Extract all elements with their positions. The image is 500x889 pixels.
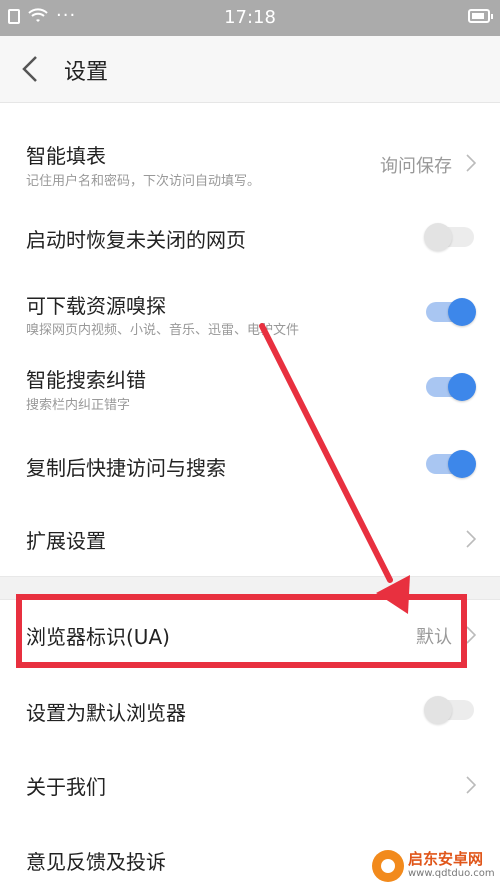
watermark-logo-icon: [372, 850, 404, 882]
setting-title: 启动时恢复未关闭的网页: [26, 228, 246, 252]
setting-title: 设置为默认浏览器: [26, 701, 186, 725]
toggle-knob: [424, 223, 452, 251]
setting-value: 询问保存: [380, 156, 452, 177]
watermark-url: www.qdtduo.com: [408, 868, 495, 879]
toggle-knob: [448, 373, 476, 401]
chevron-right-icon: [466, 154, 476, 172]
watermark: 启东安卓网 www.qdtduo.com: [372, 848, 496, 884]
default-browser-toggle[interactable]: [424, 696, 474, 724]
setting-title: 意见反馈及投诉: [26, 850, 166, 874]
toggle-knob: [448, 450, 476, 478]
toggle-knob: [448, 298, 476, 326]
page-title: 设置: [64, 60, 109, 85]
setting-row-default-browser: 设置为默认浏览器: [0, 686, 500, 736]
setting-row-search-correction: 智能搜索纠错 搜索栏内纠正错字: [0, 362, 500, 418]
chevron-right-icon: [466, 626, 476, 644]
setting-subtitle: 搜索栏内纠正错字: [26, 398, 131, 413]
search-correction-toggle[interactable]: [426, 373, 476, 401]
copy-quick-access-toggle[interactable]: [426, 450, 476, 478]
status-time: 17:18: [224, 7, 276, 28]
restore-tabs-toggle[interactable]: [424, 223, 474, 251]
setting-title: 智能填表: [26, 144, 106, 168]
toggle-knob: [424, 696, 452, 724]
setting-title: 可下载资源嗅探: [26, 294, 166, 318]
setting-row-copy-quick-access: 复制后快捷访问与搜索: [0, 440, 500, 490]
title-bar: 设置: [0, 36, 500, 103]
status-bar: ··· 17:18: [0, 0, 500, 36]
setting-title: 复制后快捷访问与搜索: [26, 456, 226, 480]
chevron-right-icon: [466, 530, 476, 548]
watermark-name: 启东安卓网: [408, 850, 484, 868]
setting-subtitle: 嗅探网页内视频、小说、音乐、迅雷、电驴文件: [26, 323, 300, 338]
setting-row-extensions[interactable]: 扩展设置: [0, 514, 500, 564]
setting-title: 关于我们: [26, 775, 106, 799]
setting-title: 智能搜索纠错: [26, 368, 146, 392]
setting-row-autofill[interactable]: 智能填表 记住用户名和密码，下次访问自动填写。 询问保存: [0, 130, 500, 200]
setting-title: 扩展设置: [26, 529, 106, 553]
setting-row-restore-tabs: 启动时恢复未关闭的网页: [0, 212, 500, 262]
annotation-highlight-box: [16, 594, 467, 668]
chevron-right-icon: [466, 776, 476, 794]
back-arrow-icon[interactable]: [16, 54, 44, 84]
battery-icon: [468, 9, 493, 23]
setting-row-about[interactable]: 关于我们: [0, 760, 500, 810]
setting-row-resource-sniff: 可下载资源嗅探 嗅探网页内视频、小说、音乐、迅雷、电驴文件: [0, 286, 500, 342]
setting-subtitle: 记住用户名和密码，下次访问自动填写。: [26, 174, 261, 189]
resource-sniff-toggle[interactable]: [426, 298, 476, 326]
